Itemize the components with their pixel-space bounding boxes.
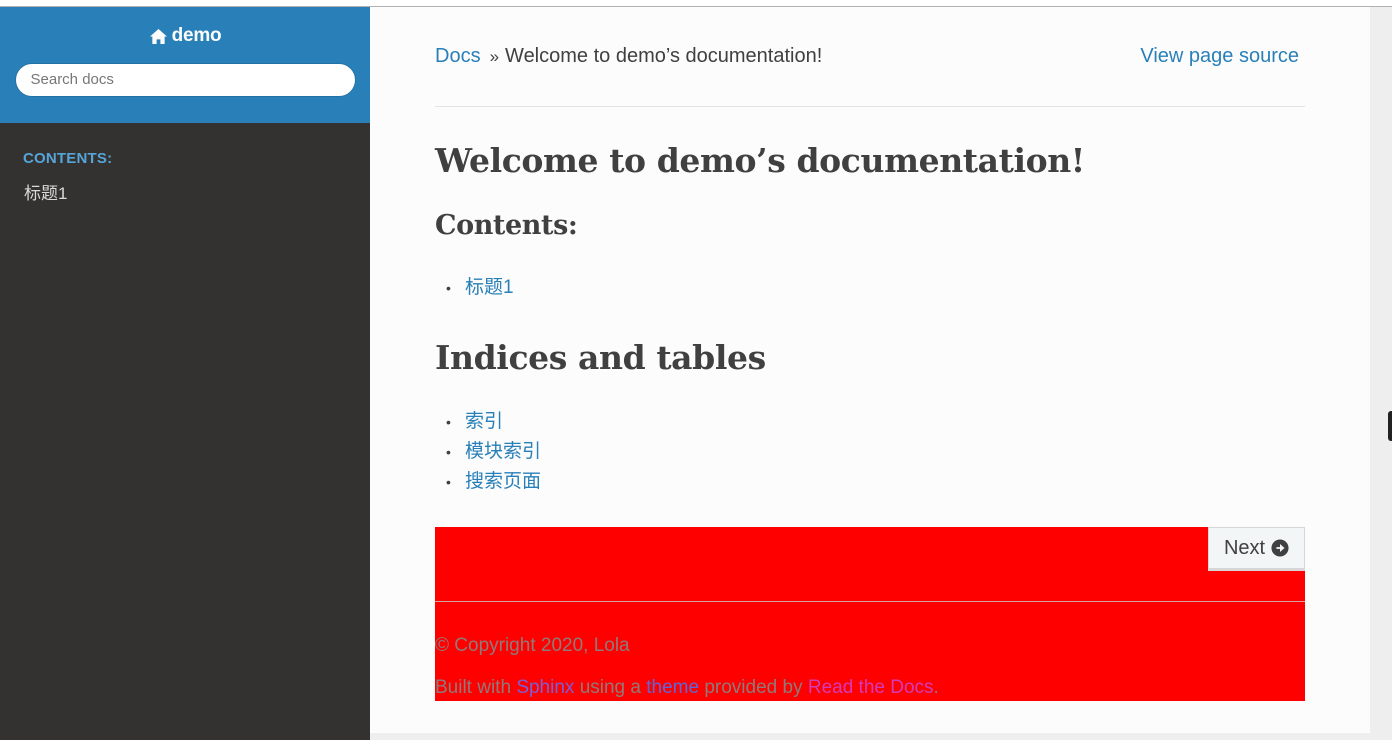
list-item: 标题1 (435, 273, 514, 303)
arrow-circle-right-icon (1271, 539, 1289, 557)
breadcrumb-separator: » (489, 47, 500, 66)
header-divider (435, 106, 1305, 107)
next-label: Next (1223, 536, 1266, 559)
project-home-link[interactable]: demo (149, 25, 222, 47)
contents-list: 标题1 (435, 273, 514, 303)
index-link[interactable]: 索引 (465, 411, 503, 432)
built-with-text: Built with Sphinx using a theme provided… (435, 677, 939, 699)
breadcrumb: Docs » Welcome to demo’s documentation! Vi… (435, 45, 1305, 69)
view-page-source-link[interactable]: View page source (1140, 45, 1299, 68)
list-item: 搜索页面 (435, 467, 541, 497)
copyright-text: © Copyright 2020, Lola (435, 635, 630, 656)
footer: Next © Copyright 2020, Lola Built with S… (435, 527, 1305, 701)
built-with-prefix: Built with (435, 677, 517, 698)
period-text: . (933, 677, 939, 698)
scrollbar-handle[interactable] (1388, 411, 1392, 441)
list-item: 模块索引 (435, 437, 541, 467)
home-icon (149, 28, 167, 44)
contents-heading: Contents: (435, 210, 578, 241)
indices-heading: Indices and tables (435, 338, 766, 377)
window-top-border (0, 0, 1392, 7)
search-input[interactable] (14, 62, 356, 97)
theme-link[interactable]: theme (646, 677, 699, 698)
sphinx-link[interactable]: Sphinx (516, 677, 574, 698)
footer-divider (435, 601, 1305, 602)
project-name: demo (171, 25, 222, 46)
scrollbar-track[interactable] (1370, 7, 1392, 740)
sidebar-item-title1[interactable]: 标题1 (0, 167, 370, 204)
breadcrumb-current: Welcome to demo’s documentation! (505, 45, 823, 67)
next-button[interactable]: Next (1208, 527, 1305, 571)
contents-link-title1[interactable]: 标题1 (465, 277, 514, 298)
page-title: Welcome to demo’s documentation! (435, 141, 1085, 180)
search-page-link[interactable]: 搜索页面 (465, 471, 541, 492)
read-the-docs-link[interactable]: Read the Docs (808, 677, 934, 698)
provided-by-text: provided by (699, 677, 808, 698)
breadcrumb-docs-link[interactable]: Docs (435, 45, 481, 67)
main-content: Docs » Welcome to demo’s documentation! Vi… (370, 7, 1370, 733)
module-index-link[interactable]: 模块索引 (465, 441, 541, 462)
using-a-text: using a (574, 677, 647, 698)
list-item: 索引 (435, 407, 541, 437)
sidebar-header: demo (0, 7, 370, 123)
indices-list: 索引 模块索引 搜索页面 (435, 407, 541, 497)
sidebar: demo Contents: 标题1 (0, 7, 370, 740)
sidebar-caption: Contents: (23, 150, 113, 167)
